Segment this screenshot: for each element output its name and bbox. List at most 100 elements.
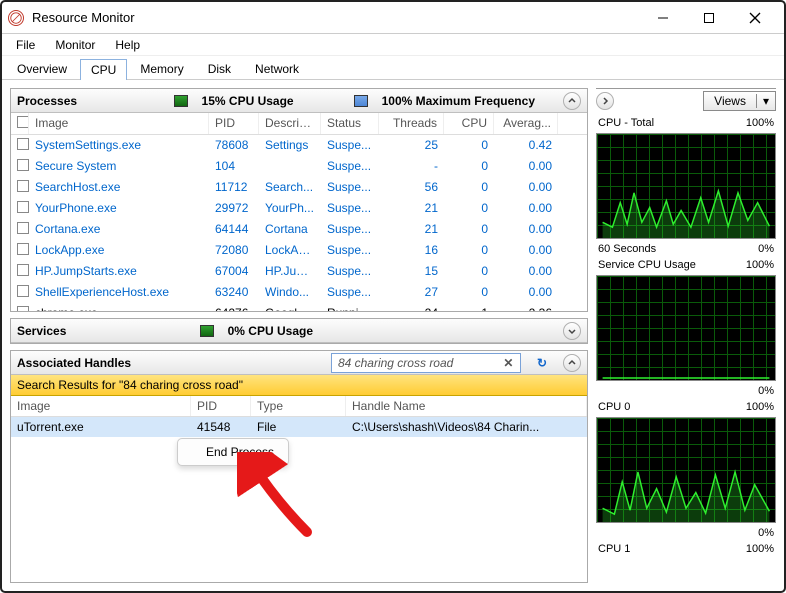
collapse-handles[interactable] [563, 354, 581, 372]
views-label: Views [704, 92, 756, 110]
minimize-button[interactable] [640, 3, 686, 33]
col-avg[interactable]: Averag... [494, 113, 558, 134]
process-row[interactable]: chrome.exe64276Googl...Runni...2412.36 [11, 303, 587, 311]
proc-pid: 63240 [209, 283, 259, 302]
select-all-checkbox[interactable] [17, 116, 29, 128]
proc-threads: - [379, 157, 444, 176]
menu-file[interactable]: File [6, 36, 45, 54]
g3-br: 0% [758, 527, 774, 539]
col-cpu[interactable]: CPU [444, 113, 494, 134]
proc-status: Suspe... [321, 178, 379, 197]
row-checkbox[interactable] [17, 222, 29, 234]
hcol-handle[interactable]: Handle Name [346, 396, 587, 416]
tab-disk[interactable]: Disk [197, 58, 242, 79]
proc-status: Suspe... [321, 157, 379, 176]
handles-panel: Associated Handles ✕ ↻ Search Results fo… [10, 350, 588, 583]
process-row[interactable]: Secure System104Suspe...-00.00 [11, 156, 587, 177]
proc-pid: 78608 [209, 136, 259, 155]
handles-search-input[interactable] [336, 355, 497, 371]
menu-end-process[interactable]: End Process [206, 445, 274, 459]
proc-desc: LockAp... [259, 241, 321, 260]
proc-desc: HP.Jum... [259, 262, 321, 281]
row-checkbox[interactable] [17, 138, 29, 150]
row-checkbox[interactable] [17, 180, 29, 192]
row-checkbox[interactable] [17, 201, 29, 213]
process-row[interactable]: ShellExperienceHost.exe63240Windo...Susp… [11, 282, 587, 303]
proc-pid: 72080 [209, 241, 259, 260]
proc-image: Cortana.exe [29, 220, 209, 239]
process-row[interactable]: Cortana.exe64144CortanaSuspe...2100.00 [11, 219, 587, 240]
handle-path: C:\Users\shash\Videos\84 Charin... [346, 418, 587, 436]
clear-search-icon[interactable]: ✕ [501, 355, 516, 371]
proc-desc: Googl... [259, 304, 321, 311]
process-row[interactable]: LockApp.exe72080LockAp...Suspe...1600.00 [11, 240, 587, 261]
handle-pid: 41548 [191, 418, 251, 436]
views-dropdown-icon[interactable]: ▾ [756, 94, 775, 108]
services-cpu-icon [200, 325, 214, 337]
proc-status: Suspe... [321, 262, 379, 281]
proc-threads: 56 [379, 178, 444, 197]
process-row[interactable]: HP.JumpStarts.exe67004HP.Jum...Suspe...1… [11, 261, 587, 282]
proc-pid: 67004 [209, 262, 259, 281]
proc-image: LockApp.exe [29, 241, 209, 260]
proc-image: ShellExperienceHost.exe [29, 283, 209, 302]
row-checkbox[interactable] [17, 159, 29, 171]
processes-columns[interactable]: Image PID Descrip... Status Threads CPU … [11, 113, 587, 135]
row-checkbox[interactable] [17, 264, 29, 276]
proc-cpu: 0 [444, 178, 494, 197]
tab-overview[interactable]: Overview [6, 58, 78, 79]
views-button[interactable]: Views ▾ [703, 91, 776, 111]
col-image[interactable]: Image [29, 113, 209, 134]
cpu-usage-label: 15% CPU Usage [202, 94, 294, 108]
hcol-image[interactable]: Image [11, 396, 191, 416]
hcol-type[interactable]: Type [251, 396, 346, 416]
process-row[interactable]: SystemSettings.exe78608SettingsSuspe...2… [11, 135, 587, 156]
handle-row[interactable]: uTorrent.exe 41548 File C:\Users\shash\V… [11, 417, 587, 437]
g4-title: CPU 1 [598, 543, 630, 555]
tab-network[interactable]: Network [244, 58, 310, 79]
col-desc[interactable]: Descrip... [259, 113, 321, 134]
row-checkbox[interactable] [17, 285, 29, 297]
close-button[interactable] [732, 3, 778, 33]
graph-cpu0 [596, 417, 776, 523]
expand-services[interactable] [563, 322, 581, 340]
menu-monitor[interactable]: Monitor [45, 36, 105, 54]
collapse-graphs[interactable] [596, 92, 614, 110]
tabbar: Overview CPU Memory Disk Network [2, 56, 784, 80]
menu-help[interactable]: Help [105, 36, 150, 54]
hcol-pid[interactable]: PID [191, 396, 251, 416]
row-checkbox[interactable] [17, 306, 29, 311]
graph-service-cpu [596, 275, 776, 381]
tab-memory[interactable]: Memory [129, 58, 194, 79]
proc-status: Suspe... [321, 241, 379, 260]
proc-image: Secure System [29, 157, 209, 176]
process-row[interactable]: YourPhone.exe29972YourPh...Suspe...2100.… [11, 198, 587, 219]
proc-status: Suspe... [321, 283, 379, 302]
collapse-processes[interactable] [563, 92, 581, 110]
titlebar: Resource Monitor [2, 2, 784, 34]
proc-threads: 21 [379, 220, 444, 239]
proc-cpu: 0 [444, 199, 494, 218]
processes-title: Processes [17, 94, 77, 108]
processes-panel: Processes 15% CPU Usage 100% Maximum Fre… [10, 88, 588, 312]
search-results-banner: Search Results for "84 charing cross roa… [11, 375, 587, 396]
maximize-button[interactable] [686, 3, 732, 33]
proc-image: SearchHost.exe [29, 178, 209, 197]
row-checkbox[interactable] [17, 243, 29, 255]
g3-title: CPU 0 [598, 401, 630, 413]
col-threads[interactable]: Threads [379, 113, 444, 134]
col-status[interactable]: Status [321, 113, 379, 134]
proc-cpu: 0 [444, 220, 494, 239]
proc-threads: 24 [379, 304, 444, 311]
refresh-search-icon[interactable]: ↻ [537, 356, 547, 370]
proc-pid: 29972 [209, 199, 259, 218]
tab-cpu[interactable]: CPU [80, 59, 127, 80]
handles-search[interactable]: ✕ [331, 353, 521, 373]
proc-cpu: 0 [444, 283, 494, 302]
col-pid[interactable]: PID [209, 113, 259, 134]
g1-br: 0% [758, 243, 774, 255]
process-row[interactable]: SearchHost.exe11712Search...Suspe...5600… [11, 177, 587, 198]
graph-cpu-total [596, 133, 776, 239]
handles-columns[interactable]: Image PID Type Handle Name [11, 396, 587, 417]
proc-cpu: 0 [444, 136, 494, 155]
